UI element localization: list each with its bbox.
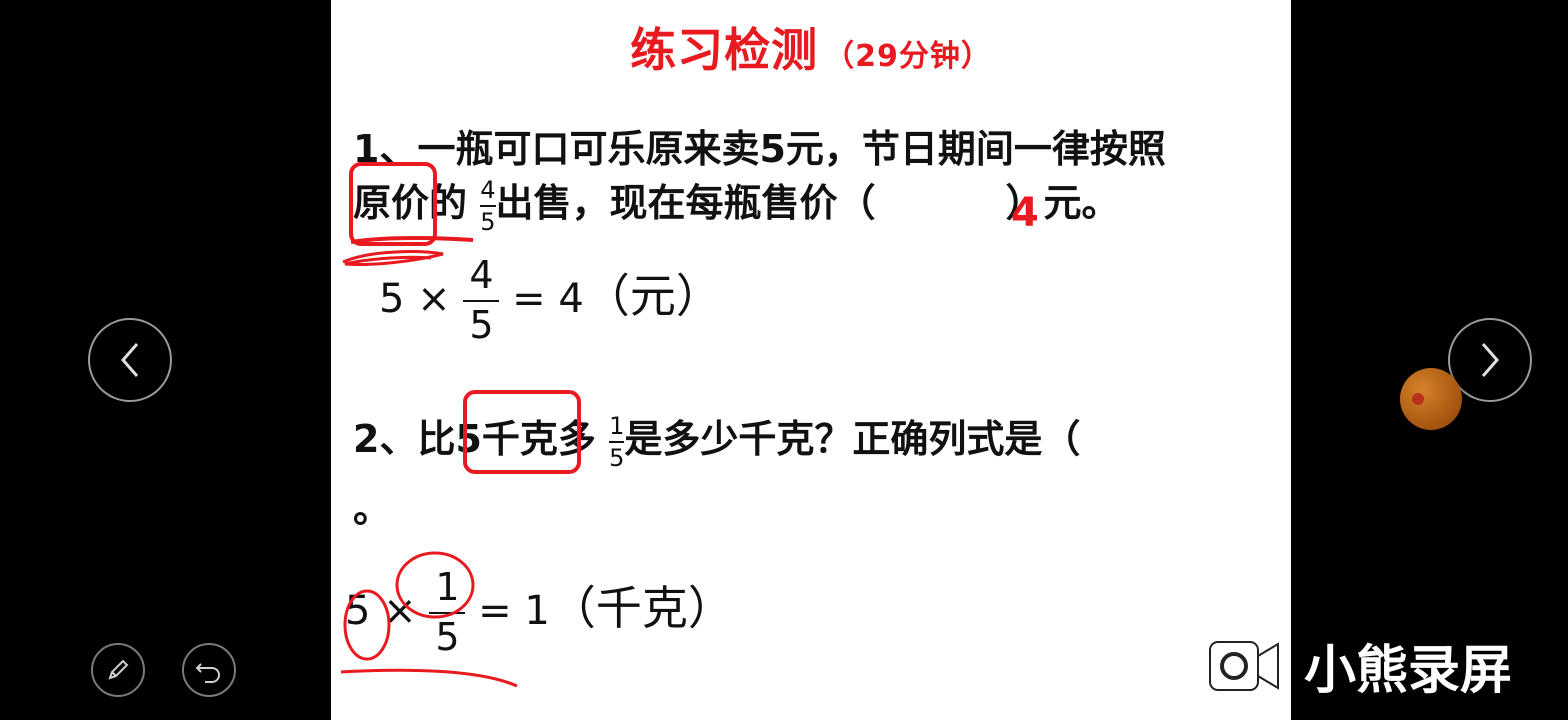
q2-working-denominator: 5 <box>435 614 460 659</box>
q1-fraction: 4 5 <box>480 175 496 236</box>
q2-fraction-denominator: 5 <box>609 443 625 472</box>
q2-working-fraction: 1 5 <box>429 565 466 659</box>
floating-record-ball[interactable] <box>1400 368 1462 430</box>
q1-working-left: 5 × <box>379 275 464 322</box>
q1-working-denominator: 5 <box>469 302 494 347</box>
chevron-right-icon <box>1481 343 1499 377</box>
q1-fraction-denominator: 5 <box>480 207 496 236</box>
undo-icon <box>195 663 220 683</box>
q2-text-after: 是多少千克？正确列式是（ <box>624 417 1081 461</box>
q1-fraction-numerator: 4 <box>480 175 496 204</box>
q2-working-unit: （千克） <box>549 580 734 635</box>
q1-working: 5 × 4 5 = 4（元） <box>379 253 722 347</box>
chevron-left-icon <box>121 343 139 377</box>
q2-working-bar <box>429 611 466 614</box>
q1-answer: 4 <box>1011 190 1039 236</box>
undo-button[interactable] <box>182 643 236 697</box>
q2-working-left: 5 × <box>345 587 430 634</box>
q1-text-after: 出售，现在每瓶售价（ <box>495 181 876 225</box>
q2-working-right: = 1 <box>465 587 550 634</box>
q1-working-right: = 4 <box>499 275 584 322</box>
watermark: 小熊录屏 <box>1208 628 1512 703</box>
watermark-text: 小熊录屏 <box>1304 641 1513 701</box>
q1-working-fraction: 4 5 <box>463 253 500 347</box>
q2-line1: 2、比5千克多 1 5 是多少千克？正确列式是（ <box>353 408 1080 470</box>
q2-text-before: 2、比5千克多 <box>353 417 610 461</box>
q1-line1: 1、一瓶可口可乐原来卖5元，节日期间一律按照 <box>353 127 1166 171</box>
q2-working: 5 × 1 5 = 1（千克） <box>345 565 734 659</box>
q1-text-before: 原价的 <box>353 181 481 225</box>
q1-fraction-bar <box>480 204 496 207</box>
page-title: 练习检测 （29分钟） <box>331 14 1291 80</box>
q2-fraction-numerator: 1 <box>609 411 625 440</box>
q1-line2: 原价的 4 5 出售，现在每瓶售价（ ）元。 <box>353 172 1120 234</box>
q2-fraction-bar <box>609 440 625 443</box>
annotation-underline-2 <box>340 668 518 688</box>
q1-working-bar <box>463 299 500 302</box>
pen-icon <box>108 659 129 680</box>
q2-fraction: 1 5 <box>609 411 625 472</box>
title-main: 练习检测 <box>630 23 819 77</box>
record-camera-icon <box>1209 640 1279 691</box>
title-duration: （29分钟） <box>824 39 992 74</box>
annotation-underline-1 <box>350 236 474 244</box>
q2-line2: 。 <box>353 487 392 531</box>
slide: 练习检测 （29分钟） 1、一瓶可口可乐原来卖5元，节日期间一律按照 原价的 4 … <box>331 0 1291 720</box>
q2-working-numerator: 1 <box>435 565 460 609</box>
q1-working-numerator: 4 <box>469 253 494 297</box>
prev-slide-button[interactable] <box>88 318 172 402</box>
pen-button[interactable] <box>91 643 145 697</box>
q1-working-unit: （元） <box>583 268 722 323</box>
